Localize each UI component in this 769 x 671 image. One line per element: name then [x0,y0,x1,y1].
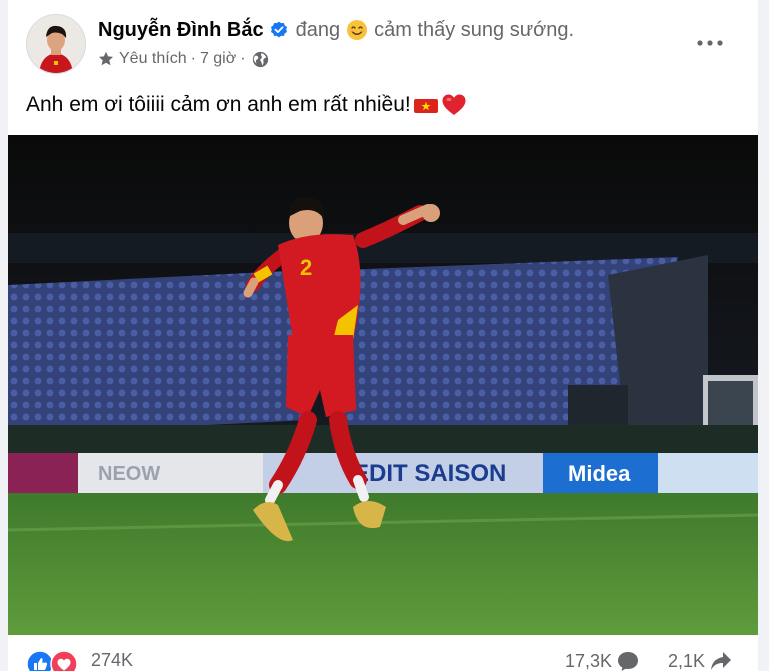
post-body-text: Anh em ơi tôiiii cảm ơn anh em rất nhiều… [26,93,411,116]
globe-icon[interactable] [252,51,269,68]
shares-count: 2,1K [668,650,706,671]
reaction-icons[interactable] [26,650,78,671]
share-icon [711,652,732,670]
post-photo[interactable]: NEOW EDIT SAISON Midea 2 [8,135,758,635]
board-credit-saison: EDIT SAISON [353,460,506,487]
meta-separator: · [240,50,246,67]
reactions-count[interactable]: 274K [91,650,133,671]
meta-separator: · [190,50,196,67]
post-footer: 274K 17,3K 2,1K [8,645,758,671]
shares-summary[interactable]: 2,1K [668,650,733,671]
smiling-face-emoji-icon [346,19,368,41]
comments-summary[interactable]: 17,3K [565,650,640,671]
author-name[interactable]: Nguyễn Đình Bắc [98,19,264,42]
audience-label[interactable]: Yêu thích [119,50,187,68]
feeling-verb: đang [295,18,341,41]
verified-badge-icon [270,21,288,39]
more-horizontal-icon [697,40,723,46]
star-icon [98,51,114,67]
feeling-text[interactable]: cảm thấy sung sướng. [374,19,574,42]
jersey-number: 2 [300,255,312,280]
post-header: Nguyễn Đình Bắc đang cảm thấy sung sướng… [98,16,574,44]
author-avatar[interactable] [26,14,86,74]
vietnam-flag-icon [413,96,439,114]
comment-icon [618,652,639,671]
football-celebration-image: NEOW EDIT SAISON Midea 2 [8,135,758,635]
love-icon [50,650,78,671]
more-options-button[interactable] [692,26,728,60]
board-neow: NEOW [98,463,160,485]
red-heart-icon [441,93,467,117]
comments-count: 17,3K [565,650,613,671]
post-meta: Yêu thích · 7 giờ · [98,48,269,70]
board-midea: Midea [568,461,631,486]
post-message: Anh em ơi tôiiii cảm ơn anh em rất nhiều… [26,90,467,120]
post-timestamp[interactable]: 7 giờ [200,50,236,68]
post-card: Nguyễn Đình Bắc đang cảm thấy sung sướng… [8,0,758,671]
